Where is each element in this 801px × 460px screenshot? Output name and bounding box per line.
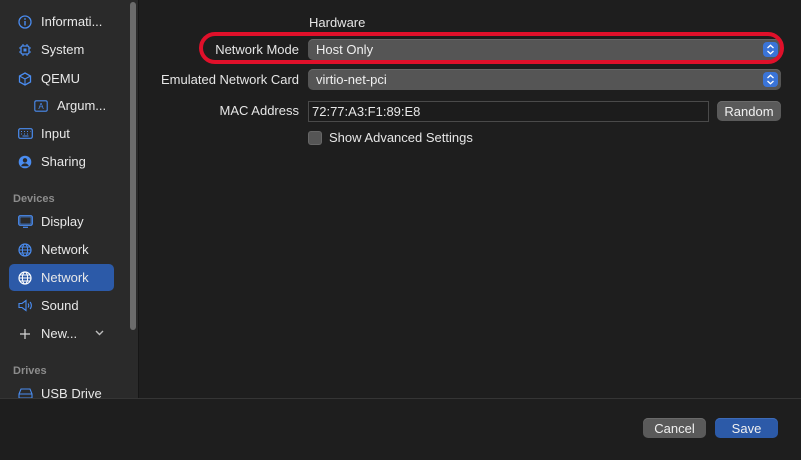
sidebar-item-sound[interactable]: Sound [9,292,114,319]
sidebar-item-label: Input [41,126,70,141]
mac-address-label: MAC Address [219,103,299,118]
dialog-footer: Cancel Save [0,398,801,460]
sidebar-item-label: Network [41,270,89,285]
advanced-settings-row[interactable]: Show Advanced Settings [308,130,473,145]
sidebar-item-label: System [41,42,85,57]
sidebar: Informati... System QEMU A Argum... Inpu… [0,0,139,398]
save-button[interactable]: Save [715,418,778,438]
globe-icon [17,270,33,286]
updown-chevron-icon [763,72,778,87]
sidebar-item-label: Sound [41,298,79,313]
section-title: Hardware [309,15,366,30]
sidebar-item-label: Informati... [41,14,103,29]
sidebar-item-label: Display [41,214,84,229]
sidebar-item-network-2[interactable]: Network [9,264,114,291]
network-card-value: virtio-net-pci [316,72,387,87]
advanced-settings-label: Show Advanced Settings [329,130,473,145]
sidebar-item-qemu[interactable]: QEMU [9,65,114,92]
sidebar-section-drives: Drives [13,365,47,377]
sidebar-item-system[interactable]: System [9,36,114,63]
sidebar-item-information[interactable]: Informati... [9,8,114,35]
advanced-settings-checkbox[interactable] [308,130,322,145]
sidebar-scrollbar[interactable] [128,0,138,398]
sidebar-item-input[interactable]: Input [9,120,114,147]
sidebar-item-label: New... [41,326,78,341]
scrollbar-thumb[interactable] [130,2,136,330]
keyboard-icon [17,126,33,142]
display-icon [17,214,33,230]
sidebar-item-network-1[interactable]: Network [9,236,114,263]
text-box-icon: A [33,98,49,114]
network-mode-select[interactable]: Host Only [308,39,781,60]
sidebar-item-display[interactable]: Display [9,208,114,235]
svg-text:A: A [38,102,44,111]
person-circle-icon [17,154,33,170]
sidebar-item-label: Network [41,242,89,257]
network-mode-label: Network Mode [215,42,299,57]
plus-icon [17,326,33,342]
sidebar-item-label: Sharing [41,154,86,169]
network-card-select[interactable]: virtio-net-pci [308,69,781,90]
network-mode-value: Host Only [316,42,374,57]
drive-icon [17,386,33,398]
mac-address-field[interactable] [312,104,702,119]
sidebar-section-devices: Devices [13,193,55,205]
settings-window: Informati... System QEMU A Argum... Inpu… [0,0,801,460]
cancel-button[interactable]: Cancel [643,418,706,438]
chevron-down-icon [95,328,104,339]
sidebar-item-label: USB Drive [41,386,102,398]
cube-icon [17,71,33,87]
network-card-label: Emulated Network Card [161,72,299,87]
network-settings-pane: Hardware Network Mode Host Only Emulated… [139,0,801,398]
sidebar-item-sharing[interactable]: Sharing [9,148,114,175]
speaker-icon [17,298,33,314]
random-mac-button[interactable]: Random [717,101,781,121]
mac-address-field-container [308,101,709,122]
sidebar-item-new-device[interactable]: New... [9,320,114,347]
globe-icon [17,242,33,258]
cpu-icon [17,42,33,58]
updown-chevron-icon [763,42,778,57]
sidebar-item-label: Argum... [57,98,107,113]
info-icon [17,14,33,30]
sidebar-item-usb-drive[interactable]: USB Drive [9,380,114,398]
sidebar-item-arguments[interactable]: A Argum... [9,92,114,119]
sidebar-item-label: QEMU [41,71,80,86]
